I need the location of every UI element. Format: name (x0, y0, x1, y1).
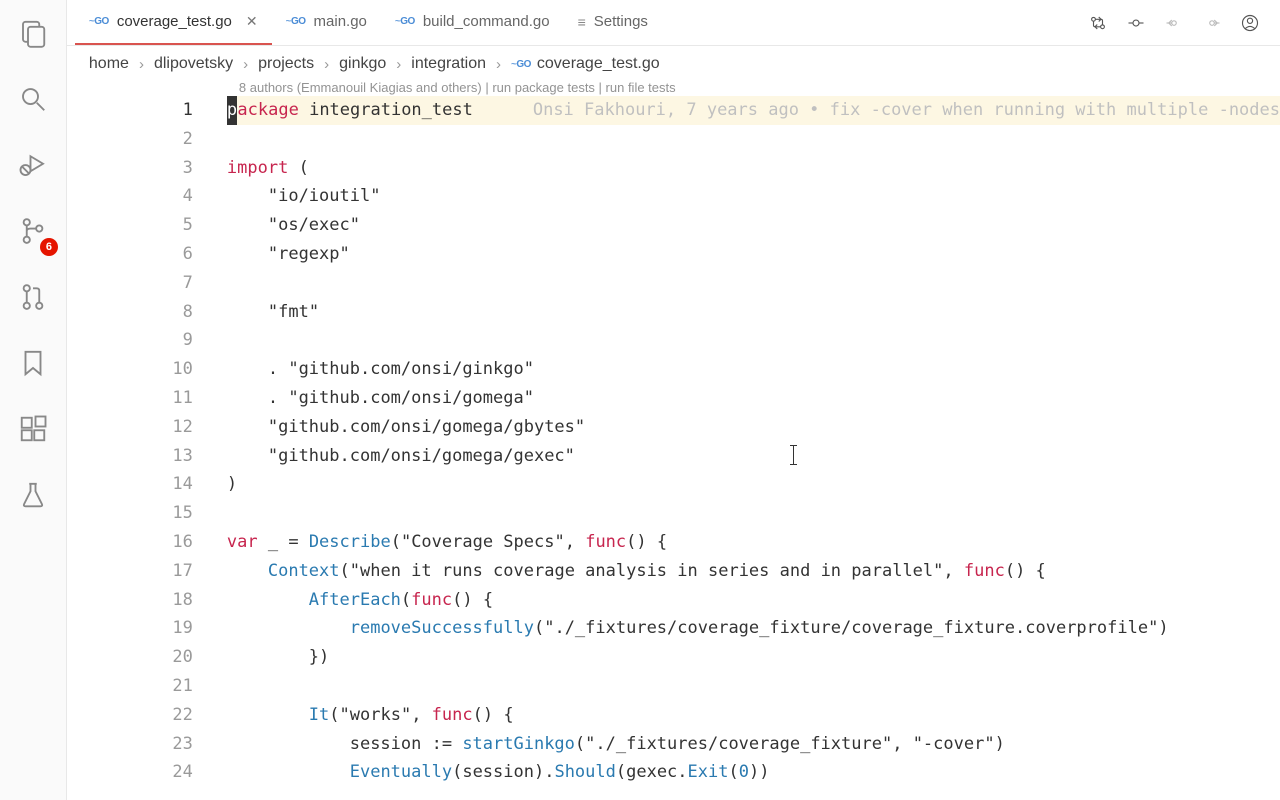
text-cursor (793, 445, 794, 465)
tab-bar: GO coverage_test.go ✕ GO main.go GO buil… (67, 0, 1280, 46)
code-line (227, 499, 1280, 528)
tab-main[interactable]: GO main.go (272, 0, 381, 45)
crumb-user[interactable]: dlipovetsky (154, 55, 233, 73)
tab-label: coverage_test.go (117, 13, 232, 30)
next-change-icon[interactable] (1202, 13, 1222, 33)
code-line: session := startGinkgo("./_fixtures/cove… (227, 730, 1280, 759)
bookmark-icon[interactable] (12, 342, 54, 384)
breadcrumb: home› dlipovetsky› projects› ginkgo› int… (67, 46, 1280, 82)
activity-bar: 6 (0, 0, 67, 800)
run-debug-icon[interactable] (12, 144, 54, 186)
go-file-icon: GO (395, 16, 415, 27)
codelens-pkg-tests[interactable]: run package tests (492, 80, 595, 95)
code-line: "fmt" (227, 298, 1280, 327)
codelens-authors[interactable]: 8 authors (Emmanouil Kiagias and others) (239, 80, 482, 95)
main-area: GO coverage_test.go ✕ GO main.go GO buil… (67, 0, 1280, 800)
code-line: ) (227, 470, 1280, 499)
tab-label: Settings (594, 13, 648, 30)
tab-coverage-test[interactable]: GO coverage_test.go ✕ (75, 0, 272, 45)
pull-request-icon[interactable] (12, 276, 54, 318)
compare-changes-icon[interactable] (1088, 13, 1108, 33)
code-line: "io/ioutil" (227, 182, 1280, 211)
code-line: "os/exec" (227, 211, 1280, 240)
user-icon[interactable] (1240, 13, 1260, 33)
code-line (227, 672, 1280, 701)
search-icon[interactable] (12, 78, 54, 120)
blame-annotation: Onsi Fakhouri, 7 years ago • fix -cover … (533, 100, 1280, 120)
code-line (227, 125, 1280, 154)
code-line: "github.com/onsi/gomega/gexec" (227, 442, 1280, 471)
tab-build-command[interactable]: GO build_command.go (381, 0, 564, 45)
testing-icon[interactable] (12, 474, 54, 516)
crumb-file[interactable]: coverage_test.go (537, 55, 660, 73)
prev-change-icon[interactable] (1164, 13, 1184, 33)
code-line: AfterEach(func() { (227, 586, 1280, 615)
line-gutter: 1 2 3 4 5 6 7 8 9 10 11 12 13 14 15 16 1… (67, 96, 227, 800)
explorer-icon[interactable] (12, 12, 54, 54)
code-line: package integration_testOnsi Fakhouri, 7… (227, 96, 1280, 125)
code-line: . "github.com/onsi/gomega" (227, 384, 1280, 413)
codelens-row: 8 authors (Emmanouil Kiagias and others)… (67, 82, 1280, 96)
crumb-projects[interactable]: projects (258, 55, 314, 73)
code-line: removeSuccessfully("./_fixtures/coverage… (227, 614, 1280, 643)
crumb-home[interactable]: home (89, 55, 129, 73)
tab-settings[interactable]: ≡ Settings (564, 0, 662, 45)
tab-label: build_command.go (423, 13, 550, 30)
code-line: Eventually(session).Should(gexec.Exit(0)… (227, 758, 1280, 787)
extensions-icon[interactable] (12, 408, 54, 450)
code-editor[interactable]: 1 2 3 4 5 6 7 8 9 10 11 12 13 14 15 16 1… (67, 96, 1280, 800)
code-line: . "github.com/onsi/ginkgo" (227, 355, 1280, 384)
code-line: It("works", func() { (227, 701, 1280, 730)
code-line: "regexp" (227, 240, 1280, 269)
codelens-file-tests[interactable]: run file tests (606, 80, 676, 95)
code-line: import ( (227, 154, 1280, 183)
tab-label: main.go (314, 13, 367, 30)
settings-icon: ≡ (578, 14, 586, 30)
code-line: "github.com/onsi/gomega/gbytes" (227, 413, 1280, 442)
code-line: Context("when it runs coverage analysis … (227, 557, 1280, 586)
go-file-icon: GO (89, 16, 109, 27)
source-control-icon[interactable]: 6 (12, 210, 54, 252)
scm-badge: 6 (40, 238, 58, 256)
commit-graph-icon[interactable] (1126, 13, 1146, 33)
close-icon[interactable]: ✕ (240, 13, 258, 30)
crumb-integration[interactable]: integration (411, 55, 486, 73)
go-file-icon: GO (286, 16, 306, 27)
go-file-icon: GO (511, 59, 531, 70)
code-line: var _ = Describe("Coverage Specs", func(… (227, 528, 1280, 557)
code-content[interactable]: package integration_testOnsi Fakhouri, 7… (227, 96, 1280, 800)
code-line: }) (227, 643, 1280, 672)
crumb-ginkgo[interactable]: ginkgo (339, 55, 386, 73)
code-line (227, 269, 1280, 298)
code-line (227, 326, 1280, 355)
